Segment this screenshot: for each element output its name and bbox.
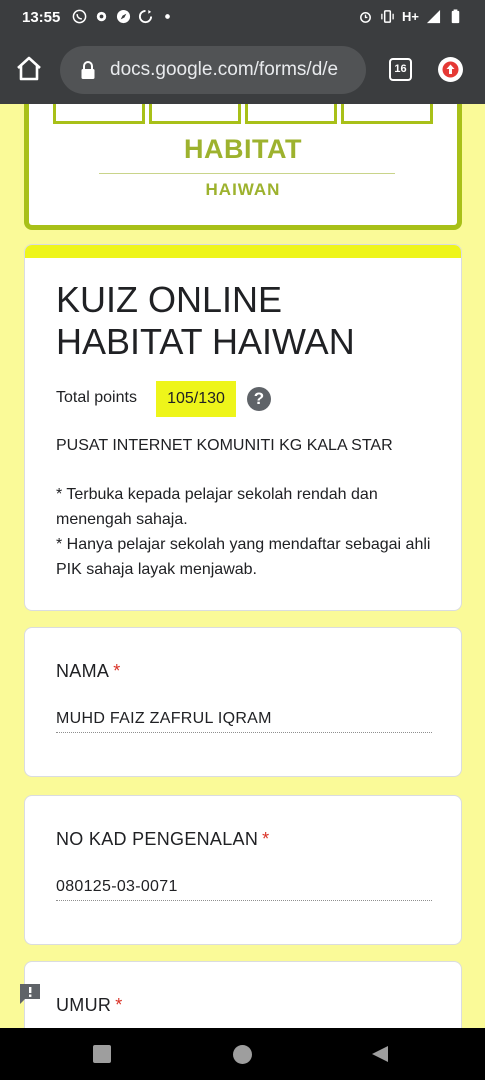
answer-text: MUHD FAIZ ZAFRUL IQRAM: [56, 710, 272, 727]
report-feedback-icon[interactable]: [17, 981, 43, 1007]
settings-gear-icon: [96, 11, 107, 22]
status-bar: 13:55 H+: [0, 0, 485, 36]
score-badge: 105/130: [156, 381, 236, 417]
eligibility-note-2: * Hanya pelajar sekolah yang mendaftar s…: [56, 536, 431, 578]
banner-title: HABITAT: [184, 134, 302, 164]
battery-icon: [451, 9, 460, 24]
question-card-nama: NAMA * MUHD FAIZ ZAFRUL IQRAM: [24, 627, 462, 777]
recents-button[interactable]: [93, 1045, 111, 1063]
status-time: 13:55: [22, 9, 61, 26]
update-arrow-icon: [442, 61, 459, 78]
required-asterisk: *: [113, 661, 121, 681]
url-bar[interactable]: docs.google.com/forms/d/e: [60, 46, 366, 94]
banner-decoration: [53, 104, 435, 124]
required-asterisk: *: [262, 829, 270, 849]
help-icon[interactable]: ?: [247, 387, 271, 411]
back-icon[interactable]: [370, 1044, 390, 1064]
form-header-banner: HABITAT HAIWAN: [24, 104, 462, 230]
browser-toolbar: docs.google.com/forms/d/e 16: [0, 36, 485, 104]
form-header-card: KUIZ ONLINE HABITAT HAIWAN Total points …: [24, 244, 462, 611]
required-asterisk: *: [115, 995, 123, 1015]
sync-icon: [138, 9, 153, 24]
compass-icon: [116, 9, 131, 24]
url-text: docs.google.com/forms/d/e: [110, 59, 339, 80]
lock-icon: [81, 61, 95, 79]
total-points-label: Total points: [56, 389, 137, 406]
home-button[interactable]: [233, 1045, 252, 1064]
alarm-icon: [360, 12, 371, 23]
question-label: UMUR *: [56, 995, 123, 1015]
network-type-label: H+: [402, 9, 419, 24]
header-accent-stripe: [25, 245, 461, 258]
update-chrome-button[interactable]: [438, 57, 463, 82]
question-card-no-kad: NO KAD PENGENALAN * 080125-03-0071: [24, 795, 462, 945]
question-label: NO KAD PENGENALAN *: [56, 829, 270, 849]
more-dot-icon: [165, 14, 170, 19]
form-title: KUIZ ONLINE HABITAT HAIWAN: [56, 279, 355, 362]
banner-divider: [99, 173, 395, 174]
eligibility-note-1: * Terbuka kepada pelajar sekolah rendah …: [56, 486, 378, 528]
banner-subtitle: HAIWAN: [205, 180, 281, 199]
signal-icon: [426, 9, 441, 24]
organization-text: PUSAT INTERNET KOMUNITI KG KALA STAR: [56, 437, 393, 454]
vibrate-icon: [381, 10, 394, 23]
home-icon[interactable]: [14, 54, 44, 84]
tab-switcher-button[interactable]: 16: [389, 58, 412, 81]
answer-underline: [56, 732, 432, 733]
system-navigation-bar: [0, 1028, 485, 1080]
answer-text: 080125-03-0071: [56, 878, 178, 895]
status-notification-icons: [72, 9, 175, 24]
question-label: NAMA *: [56, 661, 121, 681]
whatsapp-icon: [72, 9, 87, 24]
answer-underline: [56, 900, 432, 901]
status-system-icons: H+: [358, 9, 463, 24]
